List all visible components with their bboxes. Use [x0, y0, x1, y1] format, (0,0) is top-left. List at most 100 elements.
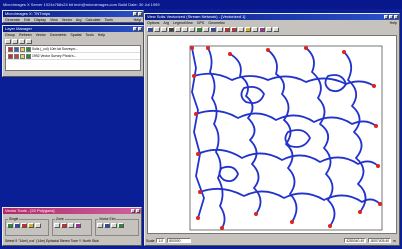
redraw-button[interactable]: [147, 27, 153, 32]
elem-node-button[interactable]: [97, 223, 103, 228]
vector-node: [254, 212, 258, 216]
layer-row[interactable]: 1992 Vector Survey Photo's...: [6, 53, 140, 60]
save-button[interactable]: [273, 27, 279, 32]
minimize-button[interactable]: [133, 12, 137, 16]
zone-style-button[interactable]: [75, 223, 81, 228]
menu-refresh[interactable]: Refresh: [19, 32, 32, 38]
zoom-box-button[interactable]: [182, 27, 188, 32]
layer-label: 1992 Vector Survey Photo's...: [32, 54, 77, 58]
scale-label: Scale: [146, 238, 155, 243]
menu-edit[interactable]: Edit: [24, 17, 30, 23]
map-canvas[interactable]: [147, 35, 397, 234]
close-button[interactable]: [138, 12, 142, 16]
menu-vector[interactable]: Vector: [36, 32, 46, 38]
layer-lock-icon[interactable]: [26, 53, 31, 59]
minimize-button[interactable]: [131, 209, 135, 213]
elem-line-button[interactable]: [104, 223, 110, 228]
menu-group[interactable]: Group: [5, 32, 15, 38]
menu-help[interactable]: Help: [98, 32, 105, 38]
zoom-in-button[interactable]: [154, 27, 160, 32]
remove-layer-button[interactable]: [12, 39, 18, 44]
maximize-button[interactable]: [389, 15, 393, 19]
menu-arg[interactable]: Arg: [76, 17, 82, 23]
menu-options[interactable]: Options: [147, 20, 159, 26]
tool-button[interactable]: [252, 27, 258, 32]
main-window-title-bar[interactable]: MicroImages X: TNTmips: [3, 11, 143, 17]
layer-button[interactable]: [210, 27, 216, 32]
vector-node: [372, 84, 376, 88]
menu-help[interactable]: Help: [390, 20, 399, 26]
zone-group: Zone: [52, 217, 92, 236]
main-window: MicroImages X: TNTmips Generate Edit Dis…: [2, 10, 144, 23]
menu-display[interactable]: Display: [34, 17, 46, 23]
full-view-button[interactable]: [175, 27, 181, 32]
menu-tools[interactable]: Tools: [85, 32, 93, 38]
vector-node: [342, 50, 346, 54]
pan-button[interactable]: [168, 27, 174, 32]
layer-edit-icon[interactable]: [20, 46, 25, 52]
layer-lock-icon[interactable]: [26, 46, 31, 52]
add-layer-button[interactable]: [5, 39, 11, 44]
menu-view[interactable]: View: [50, 17, 58, 23]
main-window-title: MicroImages X: TNTmips: [5, 11, 51, 16]
menu-calculate[interactable]: Calculate: [86, 17, 101, 23]
menu-spatial[interactable]: Spatial: [70, 32, 81, 38]
layer-edit-icon[interactable]: [20, 53, 25, 59]
zone-delete-button[interactable]: [61, 223, 67, 228]
layer-controls-button[interactable]: [26, 39, 32, 44]
menu-gps[interactable]: GPS: [197, 20, 205, 26]
measure-button[interactable]: [189, 27, 195, 32]
menu-vector[interactable]: Vector: [62, 17, 72, 23]
vector-tools-title-bar[interactable]: Vector Tools - [20 Polygons]: [3, 208, 141, 214]
select-button[interactable]: [203, 27, 209, 32]
menu-geometric[interactable]: Geometric: [208, 20, 225, 26]
layer-manager-title-bar[interactable]: Layer Manager: [3, 26, 143, 32]
vector-node: [206, 46, 210, 50]
menu-legendview[interactable]: LegendView: [173, 20, 193, 26]
elem-label-button[interactable]: [118, 223, 124, 228]
layer-type-icon: [14, 46, 19, 52]
reshape-button[interactable]: [35, 223, 41, 228]
map-view-status-bar: Scale 1:0 800000 4280040.40 -8007405.40 …: [146, 237, 398, 244]
vector-contour-map: [189, 45, 383, 231]
map-view-title-bar[interactable]: View Soils Vectorized (Stream Network) -…: [145, 14, 399, 20]
style-button[interactable]: [259, 27, 265, 32]
stop-button[interactable]: [231, 27, 237, 32]
zone-merge-button[interactable]: [68, 223, 74, 228]
layer-visibility-icon[interactable]: [8, 46, 13, 52]
print-button[interactable]: [266, 27, 272, 32]
move-button[interactable]: [28, 223, 34, 228]
menu-geometric[interactable]: Geometric: [50, 32, 67, 38]
menu-arg[interactable]: Arg: [163, 20, 169, 26]
close-button[interactable]: [136, 209, 140, 213]
layer-row[interactable]: Soils (_col) 10m lat Surveyor...: [6, 46, 140, 53]
coord-y-field[interactable]: -8007405.40: [368, 238, 392, 243]
close-button[interactable]: [394, 15, 398, 19]
edit-button[interactable]: [224, 27, 230, 32]
single-group-label: Single: [8, 217, 20, 221]
add-point-button[interactable]: [7, 223, 13, 228]
zoom-out-button[interactable]: [161, 27, 167, 32]
zone-select-button[interactable]: [54, 223, 60, 228]
highlight-button[interactable]: [245, 27, 251, 32]
zone-group-label: Zone: [55, 217, 65, 221]
layer-visibility-icon[interactable]: [8, 53, 13, 59]
menu-help[interactable]: Help: [134, 17, 143, 23]
minimize-button[interactable]: [133, 27, 137, 31]
vector-node: [376, 164, 380, 168]
move-layer-button[interactable]: [19, 39, 25, 44]
coord-x-field[interactable]: 4280040.40: [344, 238, 367, 243]
scale-field[interactable]: 1:0: [156, 238, 166, 243]
zoom-field[interactable]: 800000: [167, 238, 192, 243]
grid-button[interactable]: [217, 27, 223, 32]
menu-generate[interactable]: Generate: [5, 17, 20, 23]
close-button[interactable]: [138, 27, 142, 31]
add-line-button[interactable]: [14, 223, 20, 228]
gps-button[interactable]: [196, 27, 202, 32]
elem-poly-button[interactable]: [111, 223, 117, 228]
menu-tools[interactable]: Tools: [105, 17, 113, 23]
minimize-button[interactable]: [384, 15, 388, 19]
legend-button[interactable]: [238, 27, 244, 32]
vector-node: [220, 226, 224, 230]
delete-button[interactable]: [21, 223, 27, 228]
